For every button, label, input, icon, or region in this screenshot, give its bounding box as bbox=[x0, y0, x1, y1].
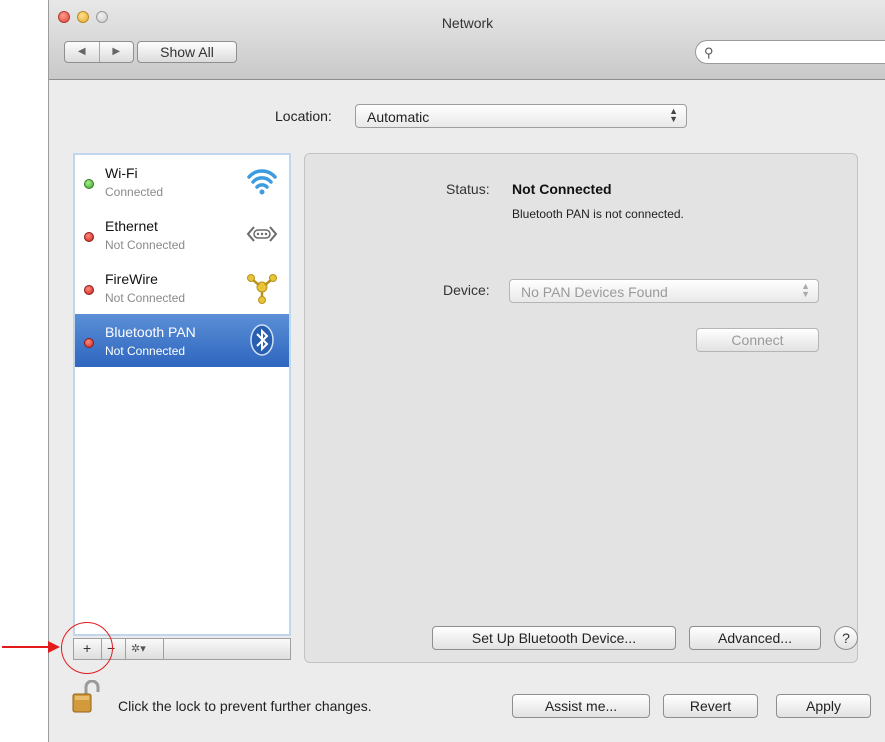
search-icon: ⚲ bbox=[704, 45, 714, 60]
forward-button[interactable]: ▶ bbox=[100, 42, 134, 62]
highlight-circle bbox=[61, 622, 113, 674]
service-item-firewire[interactable]: FireWire Not Connected bbox=[75, 261, 289, 314]
status-description: Bluetooth PAN is not connected. bbox=[512, 207, 684, 221]
popup-arrows-icon: ▲ ▼ bbox=[669, 106, 678, 124]
action-menu-button[interactable]: ✲▾ bbox=[131, 642, 146, 655]
back-button[interactable]: ◀ bbox=[65, 42, 100, 62]
service-name: Bluetooth PAN bbox=[105, 324, 196, 340]
bluetooth-icon bbox=[250, 324, 274, 356]
service-item-wifi[interactable]: Wi-Fi Connected bbox=[75, 155, 289, 208]
service-name: Ethernet bbox=[105, 218, 158, 234]
service-name: Wi-Fi bbox=[105, 165, 138, 181]
lock-text: Click the lock to prevent further change… bbox=[118, 698, 372, 714]
device-popup[interactable]: No PAN Devices Found ▲ ▼ bbox=[509, 279, 819, 303]
help-button[interactable]: ? bbox=[834, 626, 858, 650]
lock-icon[interactable] bbox=[71, 680, 101, 714]
location-popup[interactable]: Automatic ▲ ▼ bbox=[355, 104, 687, 128]
status-dot-red bbox=[84, 232, 94, 242]
ethernet-icon bbox=[246, 226, 278, 242]
assist-me-button[interactable]: Assist me... bbox=[512, 694, 650, 718]
status-value: Not Connected bbox=[512, 181, 612, 197]
red-arrow-icon bbox=[2, 641, 60, 653]
location-value: Automatic bbox=[367, 109, 430, 125]
service-name: FireWire bbox=[105, 271, 158, 287]
connect-button[interactable]: Connect bbox=[696, 328, 819, 352]
window-title: Network bbox=[441, 15, 494, 31]
popup-arrows-icon: ▲ ▼ bbox=[801, 281, 810, 299]
status-dot-green bbox=[84, 179, 94, 189]
revert-button[interactable]: Revert bbox=[663, 694, 758, 718]
status-label: Status: bbox=[446, 181, 490, 197]
network-window: Network ◀ ▶ Show All ⚲ Location: Automat… bbox=[48, 0, 885, 742]
service-status: Connected bbox=[105, 185, 164, 199]
status-dot-red bbox=[84, 338, 94, 348]
service-status: Not Connected bbox=[105, 291, 186, 305]
service-status: Not Connected bbox=[105, 238, 186, 252]
search-field[interactable]: ⚲ bbox=[695, 40, 885, 64]
title-bar: Network ◀ ▶ Show All ⚲ bbox=[49, 0, 885, 80]
service-item-bluetooth-pan[interactable]: Bluetooth PAN Not Connected bbox=[75, 314, 289, 367]
nav-buttons: ◀ ▶ bbox=[64, 41, 134, 63]
detail-panel bbox=[304, 153, 858, 663]
divider bbox=[125, 639, 126, 659]
divider bbox=[163, 639, 164, 659]
apply-button[interactable]: Apply bbox=[776, 694, 871, 718]
wifi-icon bbox=[247, 169, 277, 195]
service-list: Wi-Fi Connected Ethernet Not Connected F… bbox=[73, 153, 291, 636]
set-up-bluetooth-button[interactable]: Set Up Bluetooth Device... bbox=[432, 626, 676, 650]
location-label: Location: bbox=[275, 108, 332, 124]
status-dot-red bbox=[84, 285, 94, 295]
device-value: No PAN Devices Found bbox=[521, 284, 668, 300]
service-status: Not Connected bbox=[105, 344, 186, 358]
firewire-icon bbox=[247, 274, 277, 304]
show-all-button[interactable]: Show All bbox=[137, 41, 237, 63]
advanced-button[interactable]: Advanced... bbox=[689, 626, 821, 650]
device-label: Device: bbox=[443, 282, 490, 298]
service-item-ethernet[interactable]: Ethernet Not Connected bbox=[75, 208, 289, 261]
